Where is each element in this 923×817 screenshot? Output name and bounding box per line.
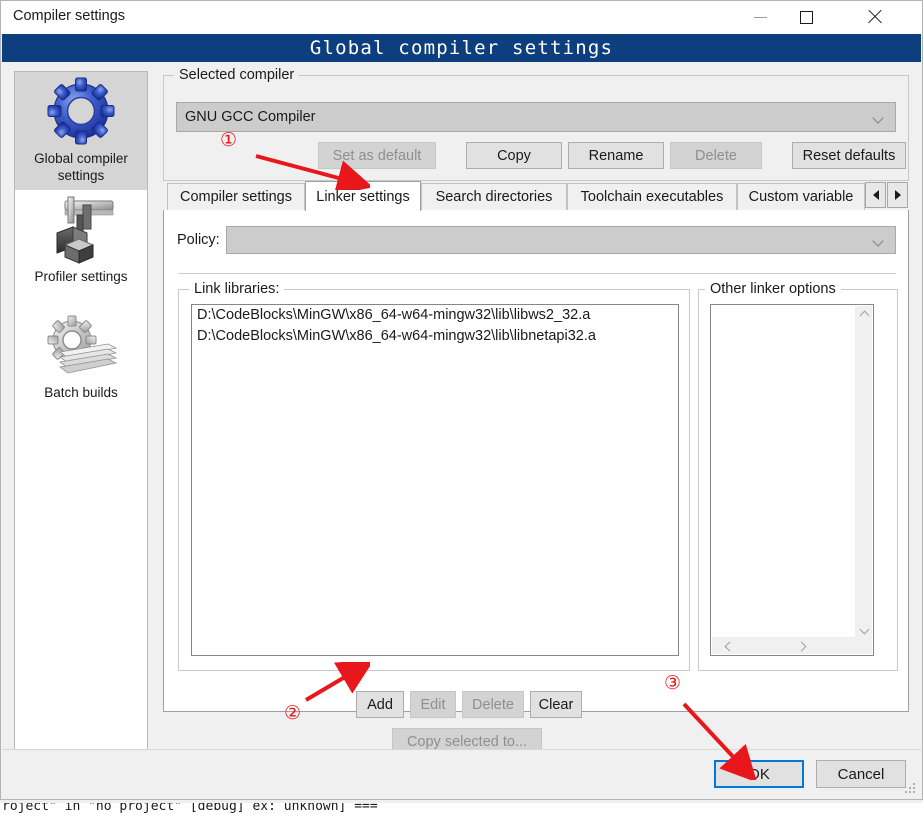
other-linker-options-textarea[interactable] [710,304,874,656]
compiler-settings-window: Compiler settings Global compiler settin… [0,0,923,800]
section-divider [178,273,896,274]
list-item[interactable]: D:\CodeBlocks\MinGW\x86_64-w64-mingw32\l… [192,326,678,347]
tab-custom-variable[interactable]: Custom variable [737,183,865,210]
tab-search-directories[interactable]: Search directories [421,183,567,210]
tab-toolchain-executables[interactable]: Toolchain executables [567,183,737,210]
chevron-right-icon [797,642,805,650]
vertical-scrollbar[interactable] [855,306,872,637]
horizontal-scrollbar[interactable] [712,637,872,654]
console-clipped-text: roject" in "no project" [debug] ex: unkn… [2,803,378,814]
link-libraries-legend: Link libraries: [189,281,285,297]
scroll-down-button[interactable] [855,620,872,637]
title-bar: Compiler settings [1,1,922,34]
link-libraries-group: Link libraries: D:\CodeBlocks\MinGW\x86_… [178,281,690,671]
background-console-strip: roject" in "no project" [debug] ex: unkn… [0,803,923,817]
other-linker-options-legend: Other linker options [705,281,841,297]
compiler-select-value: GNU GCC Compiler [185,109,316,125]
gear-stack-svg [47,315,118,374]
maximize-icon [799,10,813,24]
copy-button[interactable]: Copy [466,142,562,169]
list-item[interactable]: D:\CodeBlocks\MinGW\x86_64-w64-mingw32\l… [192,305,678,326]
close-icon [867,9,883,25]
chevron-down-icon [860,625,868,633]
delete-compiler-button[interactable]: Delete [670,142,762,169]
window-title: Compiler settings [13,8,126,24]
selected-compiler-legend: Selected compiler [174,67,300,83]
blue-gear-icon [15,72,147,150]
dialog-caption-text: Global compiler settings [309,37,614,59]
scroll-right-button[interactable] [792,637,809,654]
chevron-left-icon [725,642,733,650]
other-linker-options-group: Other linker options [698,281,898,671]
dialog-caption-bar: Global compiler settings [2,34,921,62]
tab-scroll-right-button[interactable] [887,182,908,208]
settings-sidebar: Global compiler settings Profiler settin… [14,71,148,751]
selected-compiler-group: Selected compiler GNU GCC Compiler Set a… [163,67,909,181]
policy-select[interactable] [226,226,896,254]
add-button[interactable]: Add [356,691,404,718]
triangle-left-icon [872,190,879,200]
ok-button[interactable]: OK [714,760,804,788]
delete-library-button[interactable]: Delete [462,691,524,718]
compiler-select[interactable]: GNU GCC Compiler [176,102,896,132]
rename-button[interactable]: Rename [568,142,664,169]
sidebar-item-label: Profiler settings [34,269,128,284]
policy-label: Policy: [177,232,220,248]
link-libraries-listbox[interactable]: D:\CodeBlocks\MinGW\x86_64-w64-mingw32\l… [191,304,679,656]
resize-grip[interactable] [905,783,917,795]
reset-defaults-button[interactable]: Reset defaults [792,142,906,169]
gear-stack-icon [15,306,147,384]
main-panel: Selected compiler GNU GCC Compiler Set a… [159,67,911,755]
sidebar-item-profiler-settings[interactable]: Profiler settings [15,190,147,306]
close-button[interactable] [852,1,898,33]
minimize-button[interactable] [737,1,783,33]
scroll-up-button[interactable] [855,306,872,323]
caliper-cubes-svg [56,196,114,264]
chevron-up-icon [860,311,868,319]
settings-tabstrip: Compiler settings Linker settings Search… [163,181,909,211]
scroll-left-button[interactable] [720,637,737,654]
dialog-footer: OK Cancel [2,749,921,798]
chevron-down-icon [874,114,883,123]
maximize-button[interactable] [783,1,829,33]
screenshot-root: Compiler settings Global compiler settin… [0,0,923,817]
cancel-button[interactable]: Cancel [816,760,906,788]
sidebar-item-label: Batch builds [44,385,118,400]
tab-scroll-left-button[interactable] [865,182,886,208]
tab-linker-settings[interactable]: Linker settings [305,181,421,211]
clear-button[interactable]: Clear [530,691,582,718]
blue-gear-svg [47,77,115,145]
sidebar-item-global-compiler-settings[interactable]: Global compiler settings [15,72,147,190]
sidebar-item-label: Global compiler settings [34,151,128,183]
linker-settings-page: Policy: Link libraries: D:\CodeBlocks\Mi… [163,210,909,755]
caliper-cubes-icon [15,190,147,268]
sidebar-item-batch-builds[interactable]: Batch builds [15,306,147,422]
minimize-icon [753,16,767,18]
triangle-right-icon [894,190,901,200]
tab-compiler-settings[interactable]: Compiler settings [167,183,305,210]
chevron-down-icon [874,237,883,246]
set-as-default-button[interactable]: Set as default [318,142,436,169]
edit-button[interactable]: Edit [410,691,456,718]
